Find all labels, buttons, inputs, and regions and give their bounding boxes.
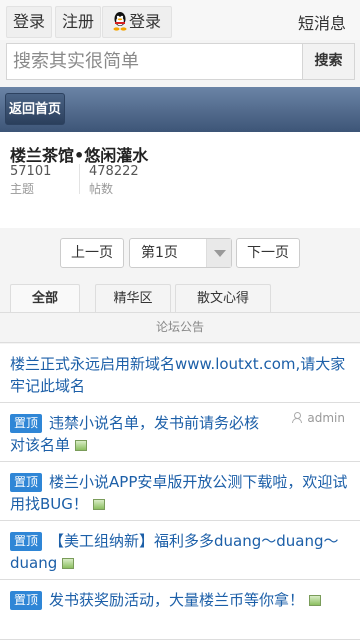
- page-select-value: 第1页: [141, 245, 178, 261]
- sticky-badge: 置顶: [10, 532, 43, 551]
- thread-tabs: 全部 精华区 散文心得: [10, 284, 350, 312]
- top-bar: 登录 注册 登录 短消息: [0, 0, 360, 40]
- thread-row[interactable]: 置顶 楼兰小说APP安卓版开放公测下载啦，欢迎试用找BUG！: [0, 462, 360, 521]
- search-button[interactable]: 搜索: [302, 44, 354, 79]
- prev-page-button[interactable]: 上一页: [60, 238, 124, 268]
- qq-login-label: 登录: [129, 12, 162, 31]
- posts-stat: 478222 帖数: [79, 164, 139, 196]
- next-page-button[interactable]: 下一页: [236, 238, 300, 268]
- thread-title[interactable]: 楼兰正式永远启用新域名www.loutxt.com,请大家牢记此域名: [10, 353, 352, 397]
- user-icon: [292, 412, 303, 423]
- back-home-button[interactable]: 返回首页: [5, 93, 66, 125]
- forum-header: 楼兰茶馆•悠闲灌水 57101 主题 478222 帖数: [0, 132, 360, 228]
- pager: 上一页 第1页 下一页: [0, 238, 360, 268]
- posts-count: 478222: [89, 164, 139, 179]
- announcement-header: 论坛公告: [0, 313, 360, 343]
- topics-count: 57101: [10, 164, 52, 179]
- image-icon: [75, 440, 88, 451]
- messages-link[interactable]: 短消息: [298, 10, 346, 34]
- register-button[interactable]: 注册: [55, 6, 101, 38]
- login-button[interactable]: 登录: [6, 6, 52, 38]
- sticky-badge: 置顶: [10, 473, 43, 492]
- topics-label: 主题: [10, 182, 35, 196]
- search-bar: 搜索: [6, 43, 355, 80]
- image-icon: [309, 595, 322, 606]
- tab-essay[interactable]: 散文心得: [175, 284, 271, 312]
- search-input[interactable]: [7, 44, 303, 79]
- tab-all[interactable]: 全部: [10, 284, 80, 312]
- image-icon: [92, 499, 105, 510]
- author-name: admin: [307, 411, 345, 425]
- thread-row[interactable]: 楼兰正式永远启用新域名www.loutxt.com,请大家牢记此域名: [0, 344, 360, 403]
- thread-row[interactable]: 置顶 发书获奖励活动，大量楼兰币等你拿！: [0, 580, 360, 640]
- topics-stat: 57101 主题: [10, 164, 51, 197]
- posts-label: 帖数: [89, 182, 114, 196]
- nav-bar: 返回首页: [0, 87, 360, 132]
- thread-row[interactable]: 置顶 违禁小说名单，发书前请务必核对该名单 admin: [0, 403, 360, 462]
- forum-title: 楼兰茶馆•悠闲灌水: [10, 146, 149, 165]
- thread-title[interactable]: 发书获奖励活动，大量楼兰币等你拿！: [49, 591, 304, 609]
- thread-author[interactable]: admin: [292, 411, 345, 425]
- thread-title[interactable]: 违禁小说名单，发书前请务必核对该名单: [10, 414, 259, 454]
- page-select[interactable]: 第1页: [129, 238, 232, 268]
- thread-row[interactable]: 置顶 【美工组纳新】福利多多duang～duang～duang: [0, 521, 360, 580]
- qq-penguin-icon: [113, 12, 127, 31]
- tab-essence[interactable]: 精华区: [95, 284, 171, 312]
- chevron-down-icon: [206, 239, 231, 267]
- thread-title[interactable]: 楼兰小说APP安卓版开放公测下载啦，欢迎试用找BUG！: [10, 473, 347, 513]
- sticky-badge: 置顶: [10, 414, 43, 433]
- qq-login-button[interactable]: 登录: [102, 6, 172, 38]
- thread-title[interactable]: 【美工组纳新】福利多多duang～duang～duang: [10, 532, 339, 572]
- image-icon: [62, 558, 75, 569]
- sticky-badge: 置顶: [10, 591, 43, 610]
